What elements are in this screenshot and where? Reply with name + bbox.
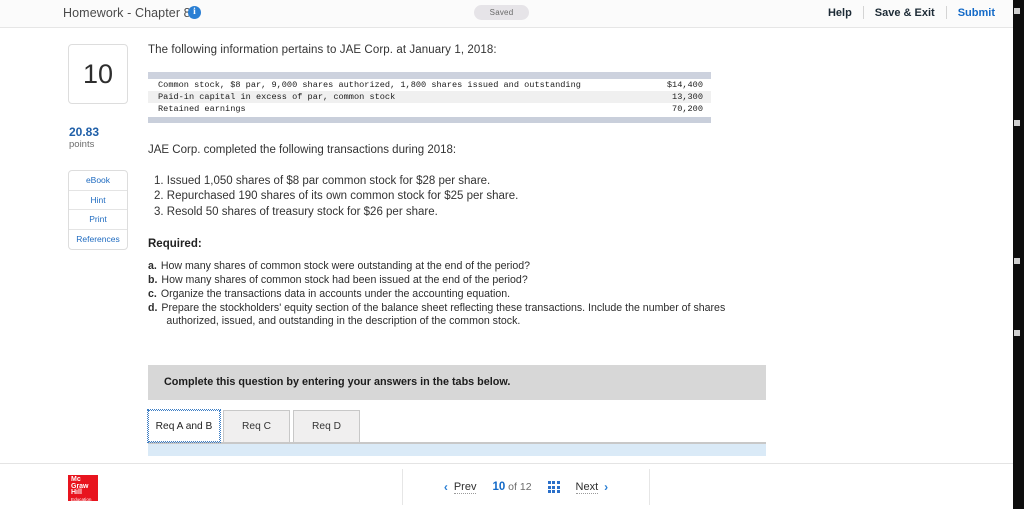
table-bottom-bar <box>148 116 711 123</box>
requirement-text: How many shares of common stock were out… <box>160 260 531 273</box>
requirement-text: Prepare the stockholders' equity section… <box>161 302 978 329</box>
help-button[interactable]: Help <box>817 7 863 19</box>
tab-req-a-and-b[interactable]: Req A and B <box>147 409 221 443</box>
table-cell-label: Common stock, $8 par, 9,000 shares autho… <box>158 80 581 90</box>
list-item: 2. Repurchased 190 shares of its own com… <box>154 190 519 203</box>
instruction-panel: Complete this question by entering your … <box>148 365 766 400</box>
table-row: Paid-in capital in excess of par, common… <box>148 91 711 104</box>
next-label: Next <box>575 480 599 494</box>
logo-line-3: Hill <box>71 489 82 497</box>
requirement-text: Organize the transactions data in accoun… <box>160 287 511 300</box>
requirement-letter: d. <box>148 301 158 314</box>
question-content: The following information pertains to JA… <box>148 44 978 329</box>
info-icon[interactable]: i <box>188 6 201 19</box>
tab-req-c[interactable]: Req C <box>223 410 290 442</box>
answer-tabs: Req A and B Req C Req D <box>147 409 766 444</box>
list-item: c. Organize the transactions data in acc… <box>148 288 978 301</box>
list-item: a. How many shares of common stock were … <box>148 260 978 273</box>
table-top-bar <box>148 72 711 79</box>
ebook-button[interactable]: eBook <box>69 171 127 191</box>
total-pages: 12 <box>519 481 532 493</box>
grid-icon[interactable] <box>547 481 560 493</box>
requirement-letter: b. <box>148 274 158 287</box>
answer-panel-band <box>148 444 766 456</box>
page-counter: 10 of 12 <box>492 481 531 493</box>
print-button[interactable]: Print <box>69 210 127 230</box>
list-item: 3. Resold 50 shares of treasury stock fo… <box>154 205 438 218</box>
current-page: 10 <box>492 481 506 493</box>
references-button[interactable]: References <box>69 230 127 250</box>
status-badge: Saved <box>474 5 529 20</box>
table-cell-amount: 13,300 <box>672 92 703 103</box>
save-and-exit-button[interactable]: Save & Exit <box>864 7 946 19</box>
resource-buttons: eBook Hint Print References <box>68 170 128 250</box>
points-value: 20.83 <box>69 125 100 139</box>
table-cell-label: Paid-in capital in excess of par, common… <box>158 92 396 103</box>
question-number-box: 10 <box>68 44 128 104</box>
chevron-right-icon: › <box>604 480 609 494</box>
points-label: points <box>69 139 95 150</box>
table-row: Retained earnings 70,200 <box>148 103 711 115</box>
tab-req-d[interactable]: Req D <box>293 410 360 442</box>
chevron-left-icon: ‹ <box>443 480 448 494</box>
table-row: Common stock, $8 par, 9,000 shares autho… <box>148 79 711 91</box>
table-cell-label: Retained earnings <box>158 104 246 115</box>
transactions-lead-text: JAE Corp. completed the following transa… <box>148 143 457 156</box>
instruction-text: Complete this question by entering your … <box>164 376 511 388</box>
topbar-actions: Help Save & Exit Submit <box>817 6 995 19</box>
hint-button[interactable]: Hint <box>69 191 127 210</box>
requirement-letter: c. <box>148 287 157 300</box>
prev-button[interactable]: ‹ Prev <box>444 480 477 494</box>
requirements-list: a. How many shares of common stock were … <box>148 260 978 329</box>
of-label: of <box>508 481 517 493</box>
page-title: Homework - Chapter 8 <box>63 6 191 20</box>
question-number: 10 <box>82 59 114 89</box>
homework-page: Homework - Chapter 8 i Saved Help Save &… <box>0 0 1024 509</box>
submit-button[interactable]: Submit <box>947 7 995 19</box>
list-item: 1. Issued 1,050 shares of $8 par common … <box>154 174 491 187</box>
next-button[interactable]: Next › <box>575 480 609 494</box>
balance-table: Common stock, $8 par, 9,000 shares autho… <box>148 72 711 123</box>
mcgraw-hill-logo: Mc Graw Hill Education <box>68 475 98 502</box>
list-item: b. How many shares of common stock had b… <box>148 274 978 287</box>
divider <box>0 463 1013 464</box>
pagination: ‹ Prev 10 of 12 Next › <box>402 469 650 505</box>
transactions-list: 1. Issued 1,050 shares of $8 par common … <box>148 174 978 221</box>
required-heading: Required: <box>148 238 202 251</box>
question-lead-text: The following information pertains to JA… <box>148 44 497 56</box>
prev-label: Prev <box>453 480 477 494</box>
logo-line-4: Education <box>71 496 92 502</box>
requirement-text: How many shares of common stock had been… <box>161 274 528 287</box>
top-bar: Homework - Chapter 8 i Saved Help Save &… <box>0 0 1013 28</box>
requirement-letter: a. <box>148 260 157 273</box>
table-cell-amount: $14,400 <box>666 80 703 90</box>
table-cell-amount: 70,200 <box>672 104 703 115</box>
requirement-text-line2: authorized, issued, and outstanding in t… <box>166 315 521 328</box>
requirement-text-line1: Prepare the stockholders' equity section… <box>161 301 726 314</box>
window-edge-strip <box>1013 0 1024 509</box>
list-item: d. Prepare the stockholders' equity sect… <box>148 302 978 329</box>
